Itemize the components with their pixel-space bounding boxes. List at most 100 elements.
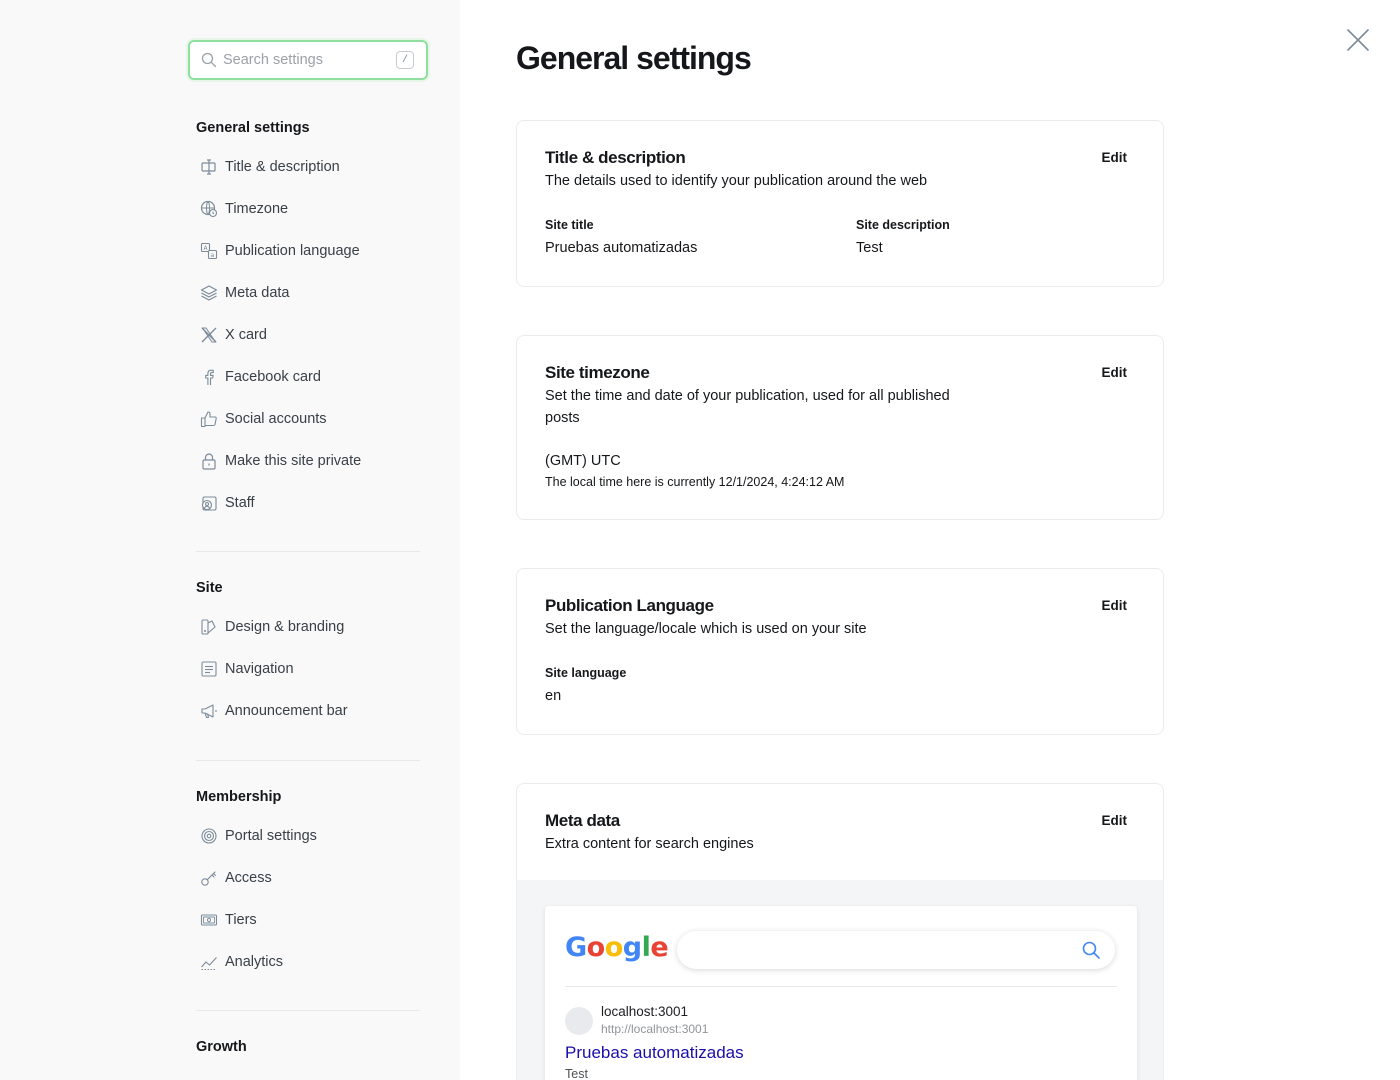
timezone-value: (GMT) UTC <box>545 453 621 469</box>
svg-text:a: a <box>211 252 215 259</box>
card-description: Extra content for search engines <box>545 836 754 852</box>
search-icon <box>1081 940 1101 965</box>
sidebar-item-meta-data[interactable]: Meta data <box>196 272 420 314</box>
sidebar-item-analytics[interactable]: Analytics <box>196 941 420 983</box>
nav-group-general: General settings Title & description Tim… <box>196 118 420 524</box>
language-icon: Aa <box>200 242 218 260</box>
nav-group-site: Site Design & branding Navigation Announ… <box>196 578 420 732</box>
lock-icon <box>200 452 218 470</box>
sidebar-item-staff[interactable]: Staff <box>196 482 420 524</box>
edit-meta-data-button[interactable]: Edit <box>1102 813 1128 828</box>
site-description-value: Test <box>856 240 883 256</box>
sidebar-item-make-private[interactable]: Make this site private <box>196 440 420 482</box>
facebook-icon <box>200 368 218 386</box>
divider <box>565 986 1117 987</box>
sidebar-item-label: Publication language <box>225 243 360 259</box>
card-description: Set the time and date of your publicatio… <box>545 388 950 426</box>
sidebar-item-portal-settings[interactable]: Portal settings <box>196 815 420 857</box>
key-icon <box>200 869 218 887</box>
sidebar-item-label: Title & description <box>225 159 340 175</box>
card-description: The details used to identify your public… <box>545 173 928 189</box>
preview-result-description: Test <box>565 1067 588 1080</box>
sidebar-item-label: Portal settings <box>225 828 317 844</box>
nav-divider <box>196 551 420 552</box>
staff-icon <box>200 494 218 512</box>
page-title: General settings <box>516 40 752 76</box>
preview-site-name: localhost:3001 <box>601 1004 689 1019</box>
card-title-description: Title & description Edit The details use… <box>516 120 1164 287</box>
card-description: Set the language/locale which is used on… <box>545 621 867 637</box>
portal-icon <box>200 827 218 845</box>
sidebar-item-facebook-card[interactable]: Facebook card <box>196 356 420 398</box>
search-input[interactable] <box>223 52 393 68</box>
layers-icon <box>200 284 218 302</box>
sidebar-item-label: Facebook card <box>225 369 321 385</box>
edit-title-description-button[interactable]: Edit <box>1102 150 1128 165</box>
sidebar-item-design-branding[interactable]: Design & branding <box>196 606 420 648</box>
sidebar-item-tiers[interactable]: Tiers <box>196 899 420 941</box>
sidebar-item-label: Timezone <box>225 201 289 217</box>
sidebar-item-label: Navigation <box>225 661 294 677</box>
local-time-text: The local time here is currently 12/1/20… <box>545 475 845 489</box>
google-logo: Google <box>565 932 669 963</box>
site-title-label: Site title <box>545 218 594 232</box>
card-title: Meta data <box>545 811 620 830</box>
sidebar-item-label: Social accounts <box>225 411 327 427</box>
sidebar-item-label: Access <box>225 870 272 886</box>
svg-text:A: A <box>204 245 209 252</box>
preview-url: http://localhost:3001 <box>601 1022 709 1036</box>
nav-heading-membership: Membership <box>196 789 282 805</box>
x-logo-icon <box>200 326 218 344</box>
site-title-value: Pruebas automatizadas <box>545 240 698 256</box>
thumbs-up-icon <box>200 410 218 428</box>
nav-divider <box>196 1010 420 1011</box>
search-preview-area: Google localhost:3001 http://localhost:3… <box>517 880 1163 1080</box>
sidebar-item-timezone[interactable]: Timezone <box>196 188 420 230</box>
sidebar-item-title-description[interactable]: Title & description <box>196 146 420 188</box>
sidebar-item-publication-language[interactable]: Aa Publication language <box>196 230 420 272</box>
sidebar: / General settings Title & description T… <box>0 0 460 1080</box>
preview-result-title: Pruebas automatizadas <box>565 1043 744 1062</box>
sidebar-item-access[interactable]: Access <box>196 857 420 899</box>
sidebar-item-announcement-bar[interactable]: Announcement bar <box>196 690 420 732</box>
nav-group-growth: Growth <box>196 1037 420 1057</box>
nav-group-membership: Membership Portal settings Access Tiers … <box>196 787 420 983</box>
card-title: Site timezone <box>545 363 650 382</box>
nav-heading-site: Site <box>196 580 223 596</box>
close-icon <box>1346 28 1370 57</box>
google-search-bar <box>677 931 1115 969</box>
site-language-value: en <box>545 688 562 704</box>
sidebar-item-label: Announcement bar <box>225 703 348 719</box>
megaphone-icon <box>200 702 218 720</box>
edit-language-button[interactable]: Edit <box>1102 598 1128 613</box>
analytics-icon <box>200 953 218 971</box>
money-icon <box>200 911 218 929</box>
card-timezone: Site timezone Edit Set the time and date… <box>516 335 1164 520</box>
nav-heading-growth: Growth <box>196 1039 247 1055</box>
search-box[interactable]: / <box>188 40 428 80</box>
site-description-label: Site description <box>856 218 950 232</box>
card-title: Publication Language <box>545 596 714 615</box>
sidebar-item-navigation[interactable]: Navigation <box>196 648 420 690</box>
google-preview-card: Google localhost:3001 http://localhost:3… <box>545 906 1137 1080</box>
sidebar-item-x-card[interactable]: X card <box>196 314 420 356</box>
paint-brush-icon <box>200 618 218 636</box>
sidebar-item-label: Meta data <box>225 285 290 301</box>
card-meta-data: Meta data Edit Extra content for search … <box>516 783 1164 1080</box>
sidebar-item-social-accounts[interactable]: Social accounts <box>196 398 420 440</box>
sidebar-item-label: Make this site private <box>225 453 362 469</box>
title-icon <box>200 158 218 176</box>
card-publication-language: Publication Language Edit Set the langua… <box>516 568 1164 735</box>
sidebar-item-label: Staff <box>225 495 255 511</box>
nav-heading-general: General settings <box>196 120 310 136</box>
edit-timezone-button[interactable]: Edit <box>1102 365 1128 380</box>
favicon <box>565 1007 593 1035</box>
sidebar-item-label: Analytics <box>225 954 284 970</box>
close-button[interactable] <box>1344 28 1372 56</box>
navigation-icon <box>200 660 218 678</box>
search-icon <box>199 50 219 70</box>
sidebar-item-label: Tiers <box>225 912 257 928</box>
site-language-label: Site language <box>545 666 627 680</box>
card-title: Title & description <box>545 148 686 167</box>
globe-clock-icon <box>200 200 218 218</box>
